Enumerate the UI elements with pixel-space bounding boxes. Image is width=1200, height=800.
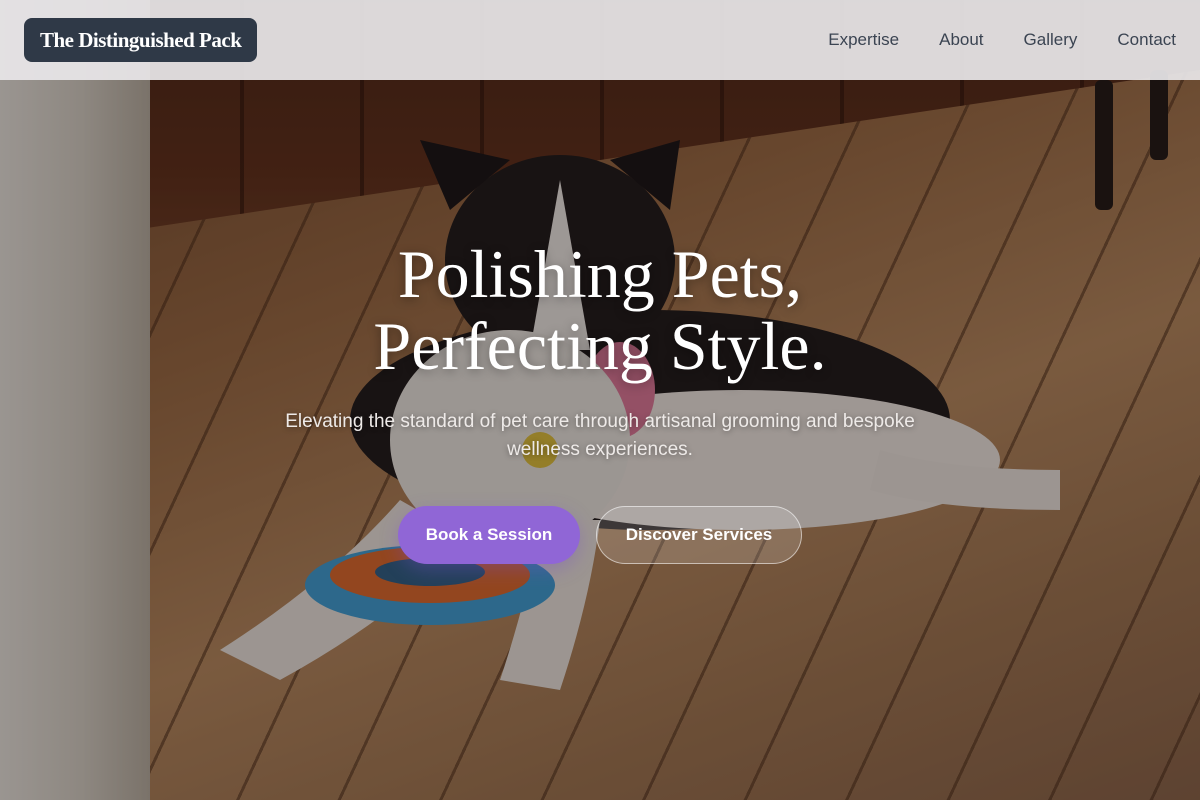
hero-title: Polishing Pets, Perfecting Style. [0, 238, 1200, 382]
discover-services-button[interactable]: Discover Services [596, 506, 802, 564]
hero-title-line-1: Polishing Pets, [397, 236, 803, 312]
nav-link-expertise[interactable]: Expertise [828, 30, 899, 50]
hero-subtitle: Elevating the standard of pet care throu… [285, 411, 915, 460]
main-nav: Expertise About Gallery Contact [828, 0, 1176, 80]
nav-link-gallery[interactable]: Gallery [1024, 30, 1078, 50]
site-logo[interactable]: The Distinguished Pack [24, 18, 258, 62]
hero-section: Polishing Pets, Perfecting Style. Elevat… [0, 238, 1200, 564]
logo-text: The Distinguished Pack [40, 27, 242, 52]
hero-cta-group: Book a Session Discover Services [0, 506, 1200, 564]
nav-link-contact[interactable]: Contact [1117, 30, 1176, 50]
hero-title-line-2: Perfecting Style. [373, 308, 827, 384]
site-header: The Distinguished Pack Expertise About G… [0, 0, 1200, 80]
book-session-button[interactable]: Book a Session [398, 506, 580, 564]
nav-link-about[interactable]: About [939, 30, 983, 50]
landing-page: The Distinguished Pack Expertise About G… [0, 0, 1200, 800]
